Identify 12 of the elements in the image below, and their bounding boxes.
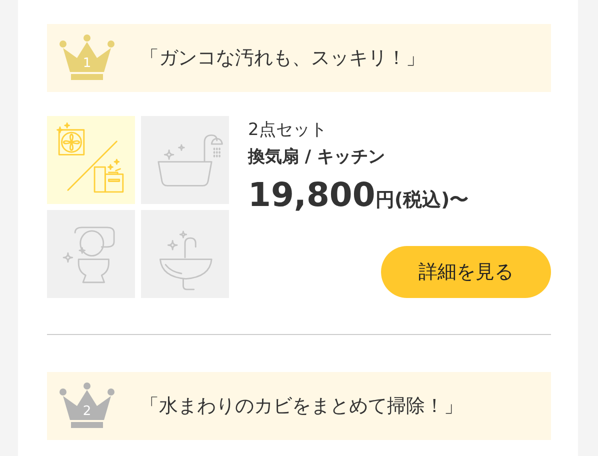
price-suffix: 円(税込)〜 [375, 188, 469, 213]
category-tile[interactable] [141, 210, 229, 298]
rank-number: 2 [82, 404, 92, 420]
product-name: 換気扇 / キッチン [248, 146, 386, 169]
set-label: 2点セット [248, 119, 328, 142]
rank-number: 1 [82, 56, 92, 72]
ranking-headline: 「ガンコな汚れも、スッキリ！」 [140, 46, 425, 71]
price-value: 19,800 [248, 174, 376, 216]
category-tile[interactable] [47, 210, 135, 298]
ranking-headline: 「水まわりのカビをまとめて掃除！」 [140, 394, 463, 419]
details-button[interactable]: 詳細を見る [381, 246, 551, 298]
category-tile[interactable] [141, 116, 229, 204]
